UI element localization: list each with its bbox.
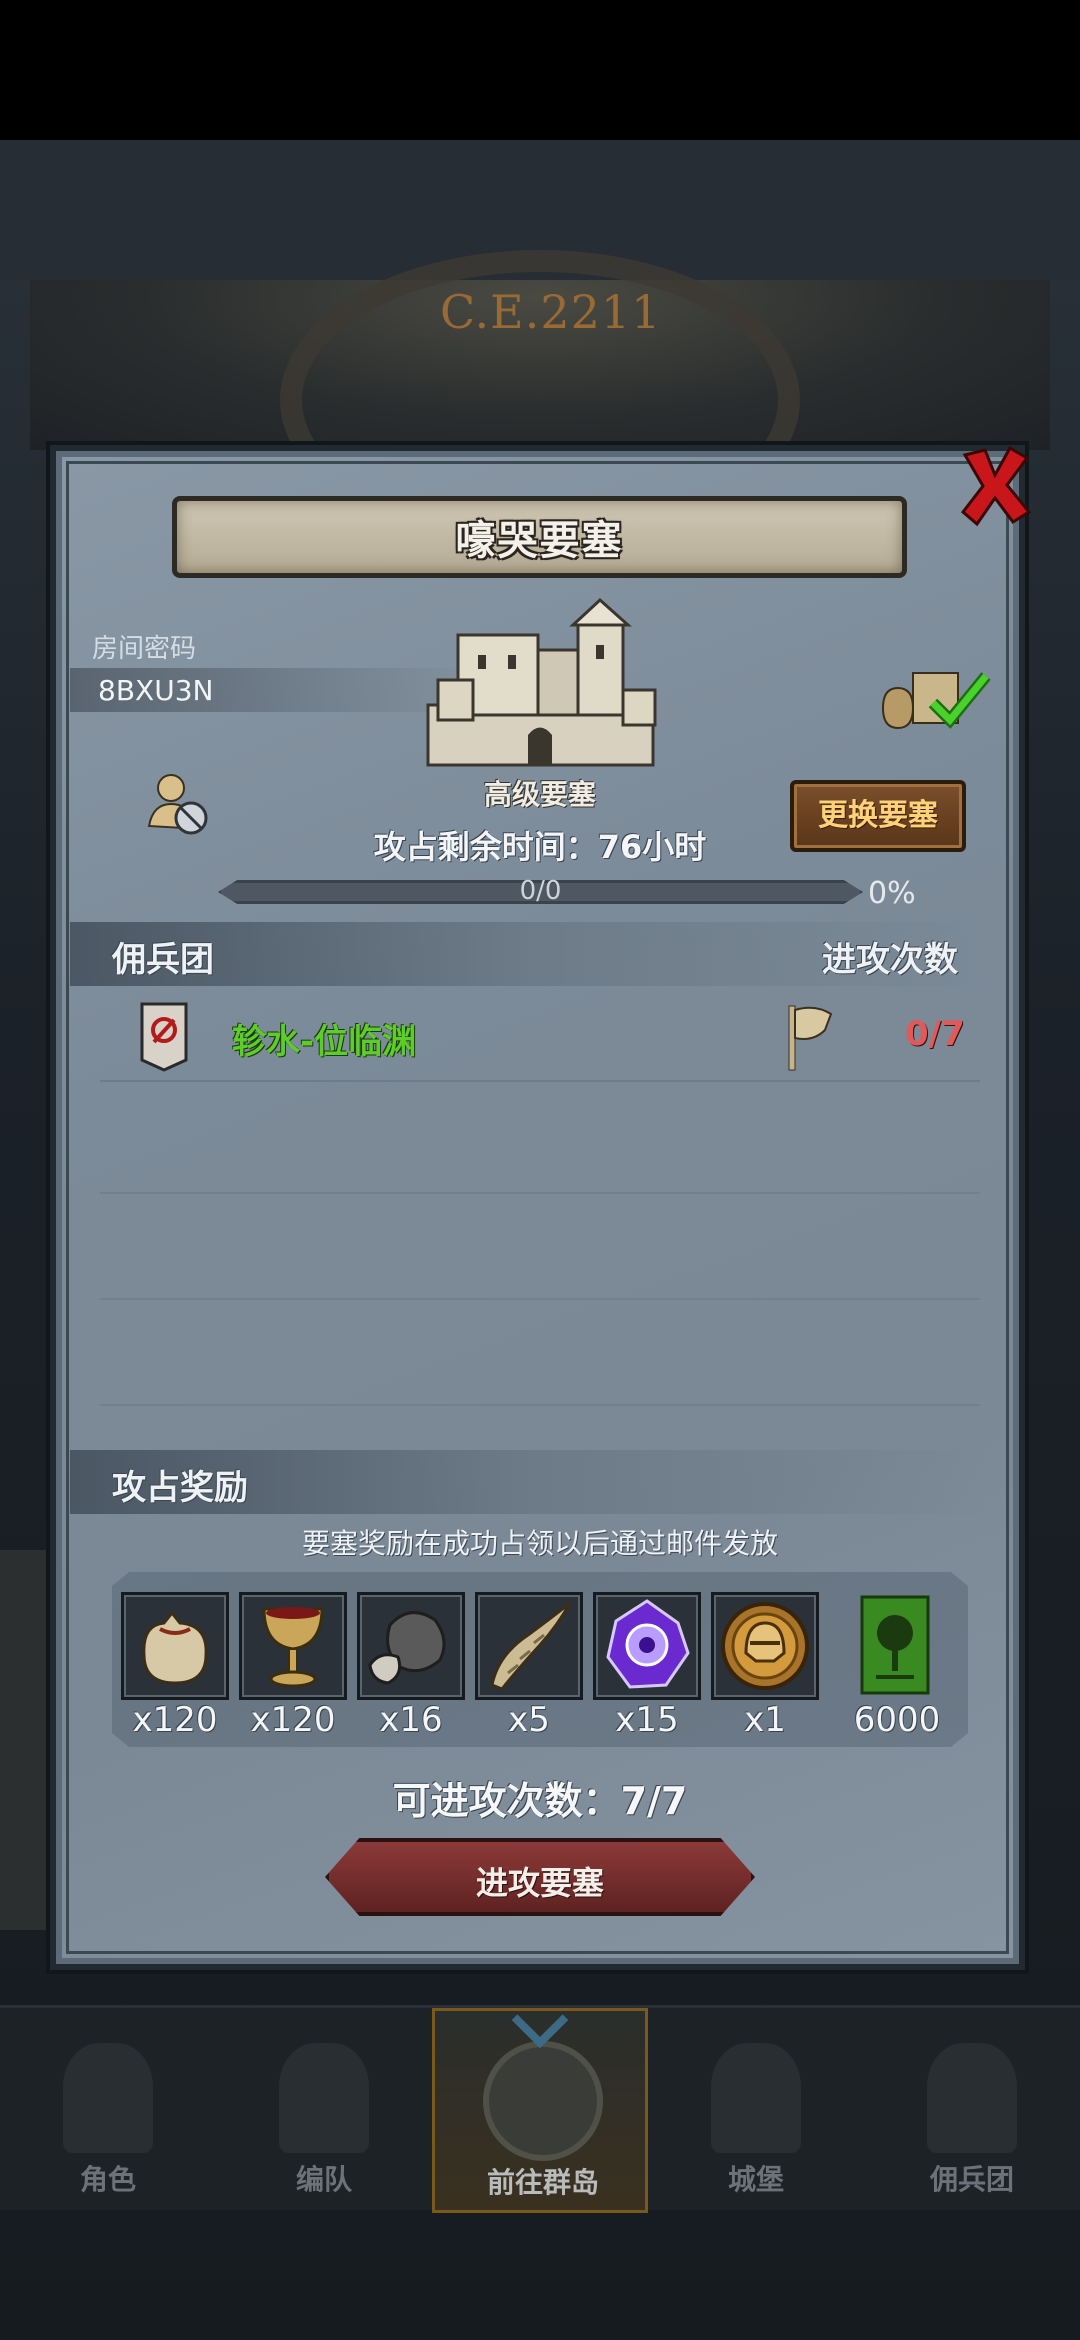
- crystal-icon: [606, 1599, 690, 1689]
- fortress-grade: 高级要塞: [483, 778, 596, 811]
- list-divider: [100, 1404, 980, 1406]
- side-panel-left: [0, 1550, 50, 1930]
- nav-item-formation[interactable]: 编队: [216, 2008, 432, 2213]
- horn-icon: [490, 1601, 572, 1691]
- reward-item-goblet[interactable]: [239, 1592, 347, 1700]
- reward-qty: x5: [508, 1700, 550, 1740]
- player-block-icon[interactable]: [143, 768, 213, 838]
- era-label: C.E.2211: [440, 285, 662, 339]
- room-code-value: 8BXU3N: [98, 674, 214, 707]
- knight-icon: [63, 2043, 153, 2153]
- close-button[interactable]: [955, 440, 1035, 530]
- rewards-note: 要塞奖励在成功占领以后通过邮件发放: [301, 1527, 778, 1560]
- dialog-title: 嚎哭要塞: [455, 518, 624, 564]
- rewards-section-title: 攻占奖励: [112, 1468, 248, 1508]
- reward-item-helmet-medal[interactable]: [711, 1592, 819, 1700]
- nav-label: 前往群岛: [486, 2166, 599, 2199]
- attack-fortress-button[interactable]: [325, 1838, 755, 1916]
- reward-item-horn[interactable]: [475, 1592, 583, 1700]
- room-code-label: 房间密码: [92, 634, 197, 664]
- fortress-castle-icon: [426, 597, 657, 767]
- reward-qty: x15: [615, 1700, 679, 1740]
- attack-flag-icon: [788, 1005, 833, 1071]
- reward-item-sack[interactable]: [121, 1592, 229, 1700]
- helmet-icon: [279, 2043, 369, 2153]
- status-bar-area: [0, 0, 1080, 140]
- nav-item-character[interactable]: 角色: [0, 2008, 216, 2213]
- nav-item-legion[interactable]: 佣兵团: [864, 2008, 1080, 2213]
- attacks-available: 可进攻次数：7/7: [392, 1779, 688, 1823]
- reward-qty: x120: [250, 1700, 336, 1740]
- legion-name: 轸水-位临渊: [232, 1022, 417, 1062]
- reward-qty: 6000: [853, 1700, 941, 1740]
- legion-emblem-icon: [140, 1002, 188, 1072]
- progress-percent: 0%: [868, 876, 916, 911]
- close-icon: [960, 445, 1032, 527]
- list-divider: [100, 1192, 980, 1194]
- legion-flag-icon: [927, 2043, 1017, 2153]
- legion-section-title: 佣兵团: [112, 940, 214, 980]
- helmet-medal-icon: [721, 1602, 809, 1690]
- sack-icon: [142, 1610, 208, 1685]
- nav-item-castle[interactable]: 城堡: [648, 2008, 864, 2213]
- nav-label: 佣兵团: [929, 2163, 1014, 2196]
- reward-qty: x16: [379, 1700, 443, 1740]
- change-fortress-label: 更换要塞: [818, 798, 938, 833]
- reward-qty: x120: [132, 1700, 218, 1740]
- change-fortress-button[interactable]: 更换要塞: [790, 780, 966, 852]
- nav-label: 编队: [295, 2163, 352, 2196]
- nav-label: 城堡: [727, 2163, 784, 2196]
- reward-item-crystal[interactable]: [593, 1592, 701, 1700]
- attacks-column-header: 进攻次数: [822, 940, 958, 980]
- time-remaining: 攻占剩余时间：76小时: [373, 828, 707, 866]
- ore-icon: [368, 1611, 446, 1685]
- tree-banner-icon[interactable]: [860, 1595, 930, 1695]
- list-divider: [100, 1298, 980, 1300]
- nav-label: 角色: [79, 2163, 136, 2196]
- castle-icon: [711, 2043, 801, 2153]
- progress-count: 0/0: [519, 876, 562, 906]
- compass-map-icon: [483, 2041, 603, 2161]
- goblet-icon: [262, 1607, 324, 1688]
- reward-item-ore[interactable]: [357, 1592, 465, 1700]
- reward-qty: x1: [744, 1700, 786, 1740]
- supply-checked-icon[interactable]: [878, 658, 998, 738]
- legion-attack-count: 0/7: [905, 1014, 965, 1054]
